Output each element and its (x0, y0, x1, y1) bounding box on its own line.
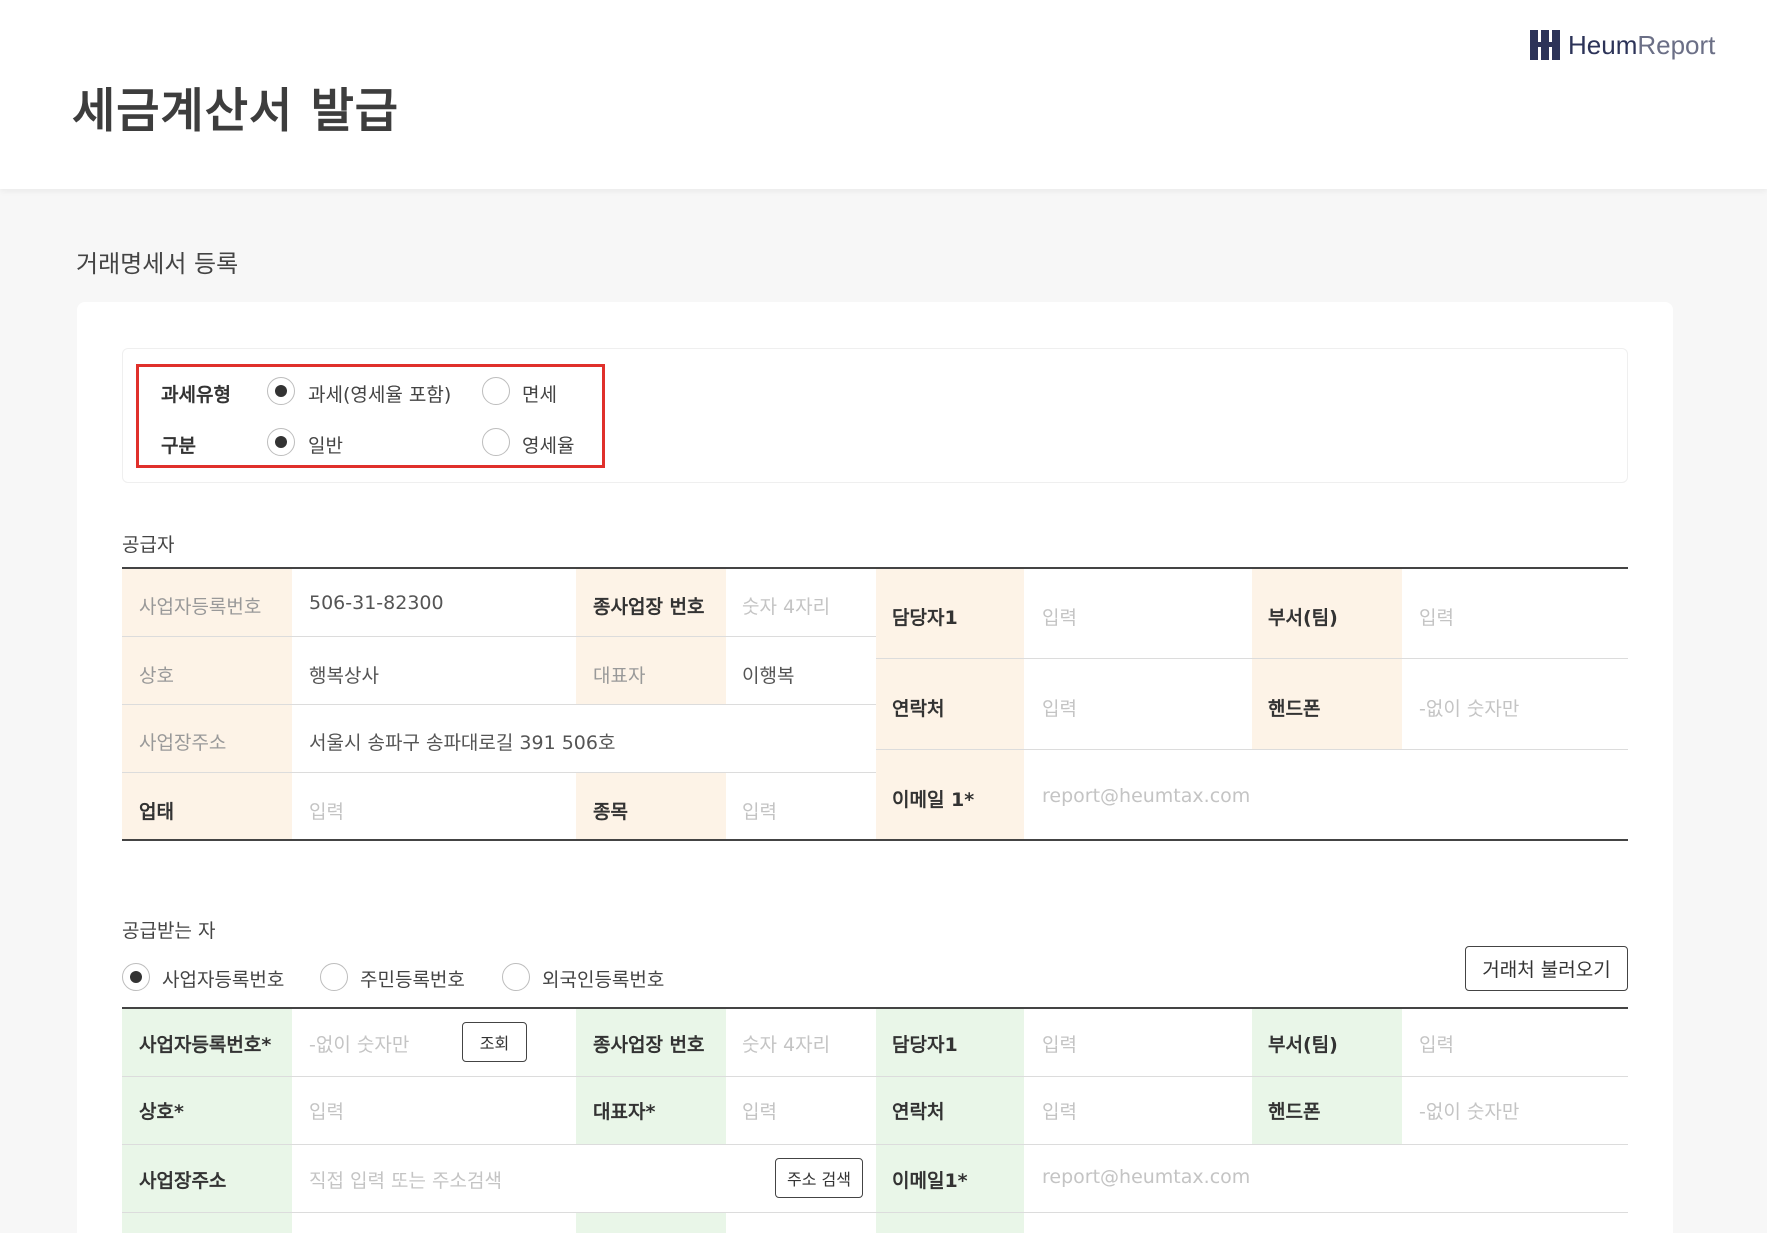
tax-type-label: 과세유형 (161, 384, 231, 406)
radio-taxable[interactable] (267, 377, 295, 405)
supplier-biz-type-label: 업태 (139, 801, 174, 823)
supplier-biz-no-value: 506-31-82300 (309, 592, 444, 614)
supplier-name-label: 상호 (139, 665, 174, 687)
receiver-ceo-label: 대표자* (593, 1101, 656, 1123)
top-header: 세금계산서 발급 HeumReport (0, 0, 1767, 189)
receiver-email-label: 이메일1* (892, 1170, 968, 1192)
logo-icon (1530, 30, 1560, 60)
receiver-branch-label: 종사업장 번호 (593, 1034, 705, 1056)
receiver-dept-input[interactable]: 입력 (1419, 1030, 1454, 1057)
supplier-biz-item-input[interactable]: 입력 (742, 797, 777, 824)
receiver-address-label: 사업장주소 (139, 1170, 227, 1192)
radio-receiver-biz-no[interactable] (122, 963, 150, 991)
receiver-phone-label: 핸드폰 (1268, 1101, 1321, 1123)
supplier-email-input[interactable]: report@heumtax.com (1042, 785, 1250, 807)
receiver-biz-no-input[interactable]: -없이 숫자만 (309, 1030, 409, 1057)
radio-tax-free-label[interactable]: 면세 (522, 380, 557, 407)
supplier-top-border (122, 567, 1628, 569)
supplier-contact-input[interactable]: 입력 (1042, 694, 1077, 721)
supplier-address-label: 사업장주소 (139, 732, 227, 754)
receiver-dept-label: 부서(팀) (1268, 1034, 1338, 1056)
radio-zero-rate[interactable] (482, 428, 510, 456)
supplier-biz-item-label: 종목 (593, 801, 628, 823)
receiver-ceo-input[interactable]: 입력 (742, 1097, 777, 1124)
supplier-branch-input[interactable]: 숫자 4자리 (742, 592, 830, 619)
supplier-contact-label: 연락처 (892, 698, 945, 720)
radio-tax-free[interactable] (482, 377, 510, 405)
supplier-address-value: 서울시 송파구 송파대로길 391 506호 (309, 732, 616, 754)
supplier-phone-input[interactable]: -없이 숫자만 (1419, 694, 1519, 721)
supplier-dept-label: 부서(팀) (1268, 607, 1338, 629)
category-label: 구분 (161, 435, 196, 457)
radio-general-label[interactable]: 일반 (308, 431, 343, 458)
address-search-button[interactable]: 주소 검색 (775, 1158, 863, 1198)
page-title: 세금계산서 발급 (72, 84, 400, 139)
receiver-email-input[interactable]: report@heumtax.com (1042, 1166, 1250, 1188)
supplier-ceo-value: 이행복 (742, 665, 795, 687)
radio-receiver-foreigner-no[interactable] (502, 963, 530, 991)
supplier-branch-label: 종사업장 번호 (593, 596, 705, 618)
supplier-biz-no-label: 사업자등록번호 (139, 596, 262, 618)
logo-text: HeumReport (1568, 29, 1716, 60)
receiver-manager-label: 담당자1 (892, 1034, 958, 1056)
supplier-dept-input[interactable]: 입력 (1419, 603, 1454, 630)
radio-receiver-foreigner-no-label[interactable]: 외국인등록번호 (542, 965, 664, 992)
supplier-manager-label: 담당자1 (892, 607, 958, 629)
radio-zero-rate-label[interactable]: 영세율 (522, 431, 574, 458)
receiver-top-border (122, 1007, 1628, 1009)
receiver-title: 공급받는 자 (122, 920, 216, 942)
receiver-biz-no-label: 사업자등록번호* (139, 1034, 272, 1056)
receiver-name-label: 상호* (139, 1101, 184, 1123)
load-client-button[interactable]: 거래처 불러오기 (1465, 946, 1628, 991)
receiver-contact-label: 연락처 (892, 1101, 945, 1123)
receiver-manager-input[interactable]: 입력 (1042, 1030, 1077, 1057)
receiver-contact-input[interactable]: 입력 (1042, 1097, 1077, 1124)
radio-general[interactable] (267, 428, 295, 456)
supplier-bottom-border (122, 839, 1628, 841)
supplier-name-value: 행복상사 (309, 665, 379, 687)
lookup-button[interactable]: 조회 (462, 1022, 527, 1062)
supplier-biz-type-input[interactable]: 입력 (309, 797, 344, 824)
radio-receiver-resident-no-label[interactable]: 주민등록번호 (360, 965, 465, 992)
radio-receiver-biz-no-label[interactable]: 사업자등록번호 (162, 965, 284, 992)
supplier-ceo-label: 대표자 (593, 665, 646, 687)
supplier-title: 공급자 (122, 534, 175, 556)
receiver-address-input[interactable]: 직접 입력 또는 주소검색 (309, 1166, 502, 1193)
supplier-email-label: 이메일 1* (892, 789, 975, 811)
receiver-phone-input[interactable]: -없이 숫자만 (1419, 1097, 1519, 1124)
receiver-name-input[interactable]: 입력 (309, 1097, 344, 1124)
radio-receiver-resident-no[interactable] (320, 963, 348, 991)
section-title: 거래명세서 등록 (76, 250, 239, 278)
brand-logo[interactable]: HeumReport (1530, 28, 1715, 62)
receiver-branch-input[interactable]: 숫자 4자리 (742, 1030, 830, 1057)
radio-taxable-label[interactable]: 과세(영세율 포함) (308, 380, 451, 407)
supplier-phone-label: 핸드폰 (1268, 698, 1321, 720)
supplier-manager-input[interactable]: 입력 (1042, 603, 1077, 630)
